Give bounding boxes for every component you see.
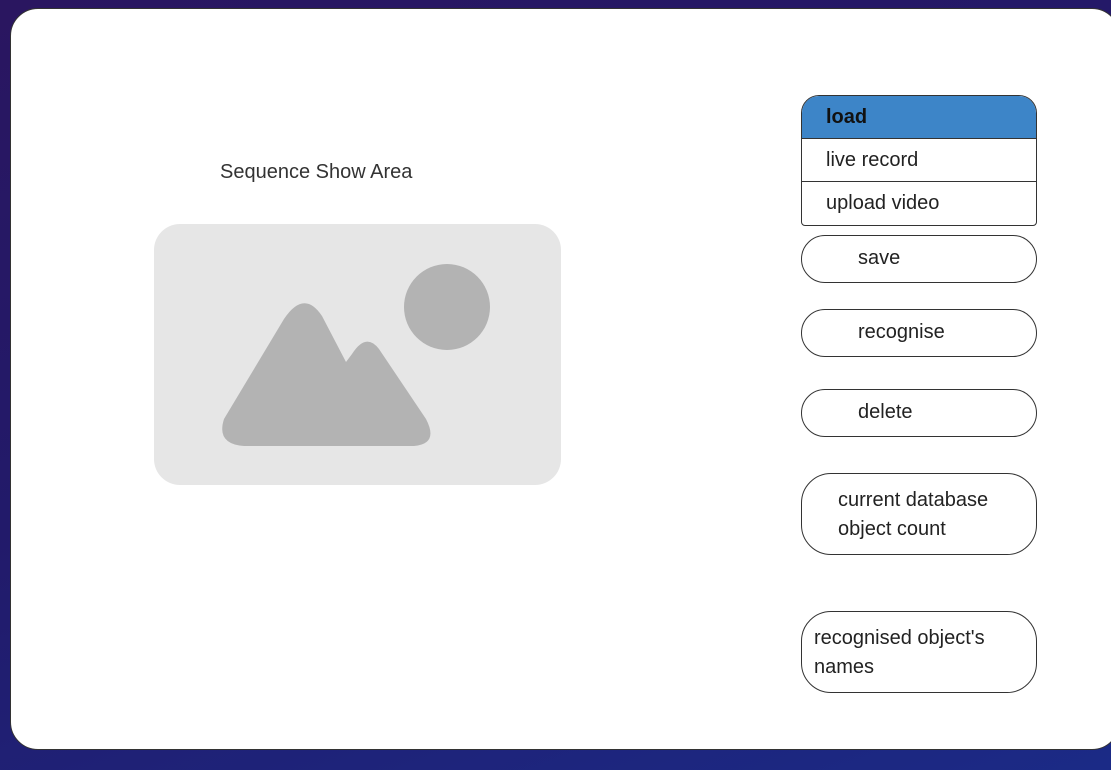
recognised-names-label-line1: recognised object's xyxy=(814,627,985,649)
database-count-label-line1: current database xyxy=(838,489,989,511)
delete-button[interactable]: delete xyxy=(801,389,1037,437)
sequence-show-area xyxy=(154,224,561,485)
recognised-names-display: recognised object's names xyxy=(801,611,1037,693)
load-menu[interactable]: load live record upload video xyxy=(801,95,1037,226)
menu-item-live-record[interactable]: live record xyxy=(802,139,1036,182)
recognise-button[interactable]: recognise xyxy=(801,309,1037,357)
database-count-label-line2: object count xyxy=(838,518,946,540)
menu-item-upload-video[interactable]: upload video xyxy=(802,182,1036,225)
recognised-names-label-line2: names xyxy=(814,656,875,678)
mountain-shape xyxy=(222,303,431,446)
image-placeholder-icon xyxy=(222,264,490,446)
load-menu-header[interactable]: load xyxy=(802,96,1036,139)
save-button[interactable]: save xyxy=(801,235,1037,283)
database-count-display: current database object count xyxy=(801,473,1037,555)
app-window: Sequence Show Area load live record uplo… xyxy=(10,8,1111,750)
sequence-area-label: Sequence Show Area xyxy=(220,161,413,183)
sun-shape xyxy=(404,264,490,350)
